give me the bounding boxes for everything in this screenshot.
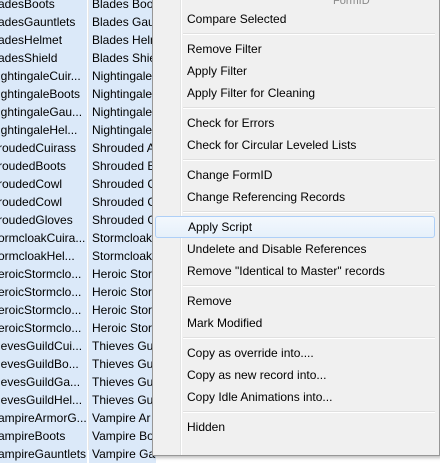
editor-id-cell[interactable]: roudedCuirass [0, 139, 87, 157]
editor-id-cell[interactable]: ightingaleGau... [0, 103, 87, 121]
name-cell[interactable]: Thieves Guil [89, 355, 156, 373]
name-cell[interactable]: Shrouded B [89, 157, 156, 175]
context-menu: FormID Compare Selected Remove Filter Apply… [152, 0, 440, 456]
menu-separator [183, 337, 435, 339]
editor-id-cell[interactable]: ampireBoots [0, 427, 87, 445]
menu-item-undelete-and-disable-references[interactable]: Undelete and Disable References [155, 238, 435, 260]
name-cell[interactable]: Vampire Ga [89, 445, 156, 463]
menu-item-check-for-errors[interactable]: Check for Errors [155, 112, 435, 134]
menu-item-change-formid[interactable]: Change FormID [155, 164, 435, 186]
editor-id-cell[interactable]: roudedCowl [0, 175, 87, 193]
menu-item-copy-idle-animations-into[interactable]: Copy Idle Animations into... [155, 386, 435, 408]
column-divider [88, 0, 89, 450]
editor-id-cell[interactable]: roudedCowl [0, 193, 87, 211]
editor-id-cell[interactable]: ightingaleHel... [0, 121, 87, 139]
menu-item-apply-filter[interactable]: Apply Filter [155, 60, 435, 82]
editor-id-cell[interactable]: ormcloakCuira... [0, 229, 87, 247]
name-cell[interactable]: Shrouded C [89, 175, 156, 193]
name-cell[interactable]: Blades Gau [89, 13, 156, 31]
editor-id-cell[interactable]: adesBoots [0, 0, 87, 13]
editor-id-cell[interactable]: roudedGloves [0, 211, 87, 229]
name-cell[interactable]: Heroic Stor [89, 319, 156, 337]
formid-header-behind: FormID [333, 0, 370, 7]
name-cell[interactable]: Thieves Guil [89, 373, 156, 391]
editor-id-cell[interactable]: eroicStormclo... [0, 319, 87, 337]
name-cell[interactable]: Blades Boots [89, 0, 156, 13]
editor-id-cell[interactable]: eroicStormclo... [0, 283, 87, 301]
name-cell[interactable]: Nightingale [89, 121, 156, 139]
menu-item-check-for-circular-leveled-lists[interactable]: Check for Circular Leveled Lists [155, 134, 435, 156]
editor-id-cell[interactable]: ampireGauntlets [0, 445, 87, 463]
name-cell[interactable]: Thieves Guil [89, 337, 156, 355]
menu-item-change-referencing-records[interactable]: Change Referencing Records [155, 186, 435, 208]
editor-id-cell[interactable]: ievesGuildCui... [0, 337, 87, 355]
editor-id-cell[interactable]: ievesGuildHel... [0, 391, 87, 409]
menu-item-copy-as-new-record-into[interactable]: Copy as new record into... [155, 364, 435, 386]
name-cell[interactable]: Vampire Ar [89, 409, 156, 427]
menu-separator [183, 211, 435, 213]
editor-id-cell[interactable]: eroicStormclo... [0, 301, 87, 319]
menu-item-apply-script[interactable]: Apply Script [155, 216, 435, 238]
editor-id-cell[interactable]: roudedBoots [0, 157, 87, 175]
name-cell[interactable]: Shrouded G [89, 211, 156, 229]
editor-id-cell[interactable]: adesGauntlets [0, 13, 87, 31]
name-cell[interactable]: Stormcloak [89, 247, 156, 265]
editor-id-cell[interactable]: ievesGuildGa... [0, 373, 87, 391]
menu-separator [183, 411, 435, 413]
menu-item-remove[interactable]: Remove [155, 290, 435, 312]
editor-id-cell[interactable]: adesHelmet [0, 31, 87, 49]
name-cell[interactable]: Nightingale [89, 67, 156, 85]
editor-id-cell[interactable]: ormcloakHel... [0, 247, 87, 265]
menu-item-remove-identical-to-master-records[interactable]: Remove "Identical to Master" records [155, 260, 435, 282]
menu-item-compare-selected[interactable]: Compare Selected [155, 8, 435, 30]
menu-item-copy-as-override-into[interactable]: Copy as override into.... [155, 342, 435, 364]
editor-id-cell[interactable]: ightingaleCuir... [0, 67, 87, 85]
name-cell[interactable]: Nightingale [89, 103, 156, 121]
menu-separator [183, 285, 435, 287]
editor-id-cell[interactable]: eroicStormclo... [0, 265, 87, 283]
menu-separator [183, 33, 435, 35]
name-cell[interactable]: Heroic Stor [89, 265, 156, 283]
editor-id-cell[interactable]: ampireArmorG... [0, 409, 87, 427]
menu-separator [183, 159, 435, 161]
name-cell[interactable]: Nightingale [89, 85, 156, 103]
name-cell[interactable]: Shrouded C [89, 193, 156, 211]
name-cell[interactable]: Shrouded A [89, 139, 156, 157]
name-cell[interactable]: Heroic Stor [89, 301, 156, 319]
name-cell[interactable]: Stormcloak [89, 229, 156, 247]
editor-id-cell[interactable]: ievesGuildBo... [0, 355, 87, 373]
name-cell[interactable]: Heroic Stor [89, 283, 156, 301]
name-cell[interactable]: Thieves Guil [89, 391, 156, 409]
editor-id-cell[interactable]: adesShield [0, 49, 87, 67]
name-cell[interactable]: Blades Helm [89, 31, 156, 49]
name-cell[interactable]: Vampire Bo [89, 427, 156, 445]
menu-item-remove-filter[interactable]: Remove Filter [155, 38, 435, 60]
name-cell[interactable]: Blades Shie [89, 49, 156, 67]
menu-separator [183, 107, 435, 109]
editor-id-cell[interactable]: ightingaleBoots [0, 85, 87, 103]
menu-item-mark-modified[interactable]: Mark Modified [155, 312, 435, 334]
menu-item-apply-filter-for-cleaning[interactable]: Apply Filter for Cleaning [155, 82, 435, 104]
menu-item-hidden[interactable]: Hidden [155, 416, 435, 438]
